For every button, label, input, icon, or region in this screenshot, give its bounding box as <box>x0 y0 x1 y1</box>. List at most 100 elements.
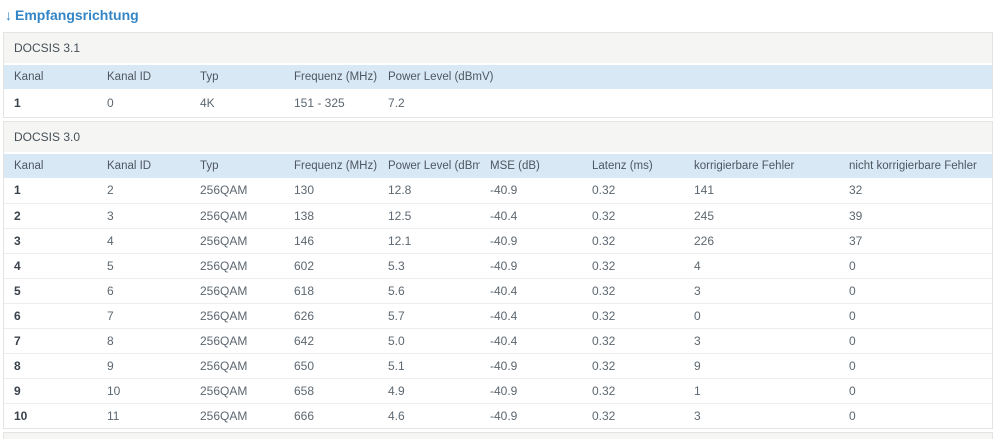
table-cell: 602 <box>284 252 378 278</box>
table-cell: 9 <box>684 352 839 378</box>
table-cell: 0.32 <box>582 377 684 403</box>
table-cell: 0.32 <box>582 302 684 328</box>
table-cell: 11 <box>97 402 190 428</box>
table-cell: 0 <box>839 252 992 278</box>
table-cell: 3 <box>684 402 839 428</box>
table-cell: 256QAM <box>190 377 284 403</box>
table-cell: 12.1 <box>378 227 480 253</box>
table-cell: -40.9 <box>480 252 582 278</box>
down-arrow-icon: ↓ <box>5 7 12 23</box>
table-cell: -40.9 <box>490 183 518 198</box>
table-cell: 5.0 <box>378 327 480 353</box>
table-cell: 5.6 <box>378 277 480 303</box>
table-cell: 5 <box>4 277 97 303</box>
table-cell: 4 <box>97 227 190 253</box>
table-cell: 7.2 <box>388 96 405 110</box>
table-cell: 3 <box>97 202 190 228</box>
table-cell: 7 <box>97 302 190 328</box>
next-section-bar-partial <box>3 432 993 439</box>
table-cell: 0 <box>684 302 839 328</box>
table-header-row: Kanal Kanal ID Typ Frequenz (MHz) Power Leve… <box>4 154 992 178</box>
downstream-section-title[interactable]: ↓ Empfangsrichtung <box>5 7 993 23</box>
table-cell: 256QAM <box>190 227 284 253</box>
table-row: 2 3 256QAM 138 12.5 -40.4 0.32 245 39 <box>4 202 992 228</box>
table-cell: -40.9 <box>480 227 582 253</box>
column-header: Power Level (dBmV) <box>378 154 480 178</box>
table-header-row: Kanal Kanal ID Typ Frequenz (MHz) Power Leve… <box>4 65 992 89</box>
table-cell: 0.32 <box>592 183 616 198</box>
table-cell: 642 <box>284 327 378 353</box>
docsis31-table: Kanal Kanal ID Typ Frequenz (MHz) Power Leve… <box>4 65 992 117</box>
table-cell: 1 <box>14 183 21 198</box>
column-header: MSE (dB) <box>480 154 582 178</box>
table-cell: 0 <box>839 377 992 403</box>
table-cell: 4.6 <box>378 402 480 428</box>
table-row: 6 7 256QAM 626 5.7 -40.4 0.32 0 0 <box>4 302 992 328</box>
table-cell: 0.32 <box>582 202 684 228</box>
table-cell: 4 <box>684 252 839 278</box>
column-header: Power Level (dBmV) <box>378 65 992 89</box>
table-cell: 0.32 <box>582 402 684 428</box>
table-cell: 5.3 <box>378 252 480 278</box>
table-row: 7 8 256QAM 642 5.0 -40.4 0.32 3 0 <box>4 327 992 353</box>
table-row: 5 6 256QAM 618 5.6 -40.4 0.32 3 0 <box>4 277 992 303</box>
table-cell: 256QAM <box>190 252 284 278</box>
column-header: Kanal ID <box>97 65 190 89</box>
table-cell: 130 <box>294 183 315 198</box>
table-cell: 6 <box>97 277 190 303</box>
docsis31-section-label: DOCSIS 3.1 <box>4 33 992 63</box>
table-cell: -40.4 <box>480 202 582 228</box>
table-cell: 2 <box>107 183 114 198</box>
column-header: nicht korrigierbare Fehler <box>839 154 992 178</box>
column-header: korrigierbare Fehler <box>684 154 839 178</box>
table-cell: 146 <box>284 227 378 253</box>
table-cell: 256QAM <box>190 202 284 228</box>
column-header: Typ <box>190 154 284 178</box>
table-cell: 5 <box>97 252 190 278</box>
column-header: Kanal <box>4 154 97 178</box>
downstream-page: ↓ Empfangsrichtung DOCSIS 3.1 Kanal Kanal … <box>0 0 999 439</box>
table-cell: 658 <box>284 377 378 403</box>
table-cell: 138 <box>284 202 378 228</box>
page-title-label: Empfangsrichtung <box>15 7 139 23</box>
table-cell: 12.5 <box>378 202 480 228</box>
column-header: Kanal ID <box>97 154 190 178</box>
table-cell: -40.9 <box>480 402 582 428</box>
table-row: 9 10 256QAM 658 4.9 -40.9 0.32 1 0 <box>4 377 992 403</box>
table-cell: 1 <box>14 96 21 110</box>
table-cell: 141 <box>694 183 715 198</box>
table-cell: 39 <box>839 202 992 228</box>
table-cell: 5.1 <box>378 352 480 378</box>
docsis30-panel: DOCSIS 3.0 Kanal Kanal ID Typ Frequenz (MHz… <box>3 121 993 429</box>
table-cell: 9 <box>4 377 97 403</box>
table-cell: 0 <box>839 352 992 378</box>
table-cell: 226 <box>684 227 839 253</box>
table-cell: 0.32 <box>582 352 684 378</box>
table-cell: 7 <box>4 327 97 353</box>
table-cell: 0.32 <box>582 327 684 353</box>
table-cell: 8 <box>97 327 190 353</box>
table-row: 3 4 256QAM 146 12.1 -40.9 0.32 226 37 <box>4 227 992 253</box>
table-cell: 256QAM <box>190 352 284 378</box>
table-cell: 0.32 <box>582 277 684 303</box>
table-cell: 6 <box>4 302 97 328</box>
table-cell: 0 <box>107 96 114 110</box>
table-cell: 0 <box>839 402 992 428</box>
column-header: Frequenz (MHz) <box>284 65 378 89</box>
table-cell: -40.4 <box>480 327 582 353</box>
table-cell: 4.9 <box>378 377 480 403</box>
table-cell: -40.4 <box>480 277 582 303</box>
table-cell: 151 - 325 <box>294 96 345 110</box>
table-cell: 9 <box>97 352 190 378</box>
table-cell: -40.9 <box>480 377 582 403</box>
column-header: Frequenz (MHz) <box>284 154 378 178</box>
docsis30-table: Kanal Kanal ID Typ Frequenz (MHz) Power Leve… <box>4 154 992 428</box>
table-cell: 8 <box>4 352 97 378</box>
table-cell: 2 <box>4 202 97 228</box>
docsis30-section-label: DOCSIS 3.0 <box>4 122 992 152</box>
table-cell: 0.32 <box>582 227 684 253</box>
table-cell: 0 <box>839 302 992 328</box>
table-cell: 256QAM <box>190 402 284 428</box>
table-cell: 5.7 <box>378 302 480 328</box>
table-cell: 4 <box>4 252 97 278</box>
